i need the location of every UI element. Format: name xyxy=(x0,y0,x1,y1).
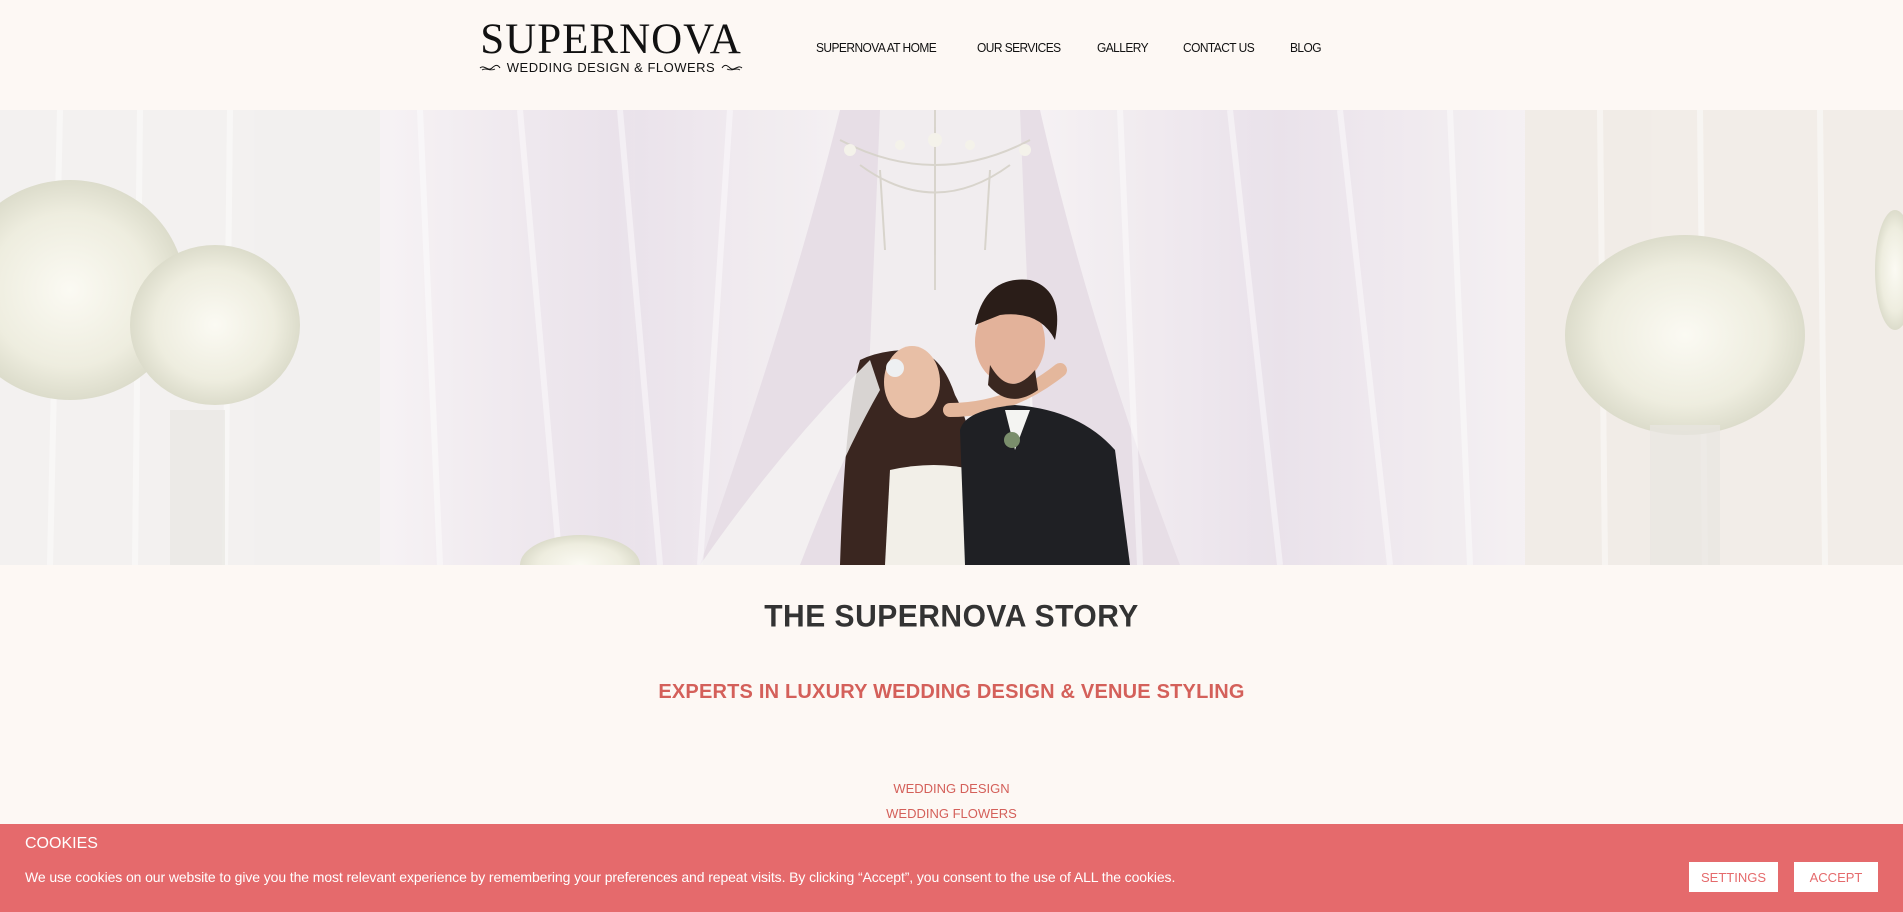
logo-tagline: WEDDING DESIGN & FLOWERS xyxy=(506,60,716,75)
hero-banner xyxy=(0,110,1903,565)
cookie-banner: COOKIES We use cookies on our website to… xyxy=(0,824,1903,912)
cookie-settings-button[interactable]: SETTINGS xyxy=(1689,862,1778,892)
nav-item-gallery[interactable]: GALLERY xyxy=(1097,40,1149,60)
nav-item-our-services[interactable]: OUR SERVICES xyxy=(977,40,1061,60)
hero-photo xyxy=(0,110,1903,565)
flourish-left-icon xyxy=(479,64,501,71)
page-subtitle: EXPERTS IN LUXURY WEDDING DESIGN & VENUE… xyxy=(658,681,1245,703)
cookie-banner-text: We use cookies on our website to give yo… xyxy=(25,869,1176,885)
cookie-accept-button[interactable]: ACCEPT xyxy=(1794,862,1878,892)
page-title: THE SUPERNOVA STORY xyxy=(764,599,1139,634)
site-logo[interactable]: SUPERNOVA WEDDING DESIGN & FLOWERS xyxy=(478,16,744,78)
site-header: SUPERNOVA WEDDING DESIGN & FLOWERS SUPER… xyxy=(0,0,1903,110)
logo-tagline-row: WEDDING DESIGN & FLOWERS xyxy=(478,60,744,76)
service-link-wedding-design[interactable]: WEDDING DESIGN xyxy=(0,781,1903,796)
nav-item-blog[interactable]: BLOG xyxy=(1290,40,1322,60)
logo-wordmark: SUPERNOVA xyxy=(480,16,742,63)
service-link-wedding-flowers[interactable]: WEDDING FLOWERS xyxy=(0,806,1903,821)
nav-item-contact-us[interactable]: CONTACT US xyxy=(1183,40,1255,60)
cookie-banner-title: COOKIES xyxy=(25,835,98,852)
flourish-right-icon xyxy=(721,64,743,71)
main-nav: SUPERNOVA AT HOME OUR SERVICES GALLERY C… xyxy=(816,40,1324,60)
nav-item-supernova-at-home[interactable]: SUPERNOVA AT HOME xyxy=(816,40,937,60)
